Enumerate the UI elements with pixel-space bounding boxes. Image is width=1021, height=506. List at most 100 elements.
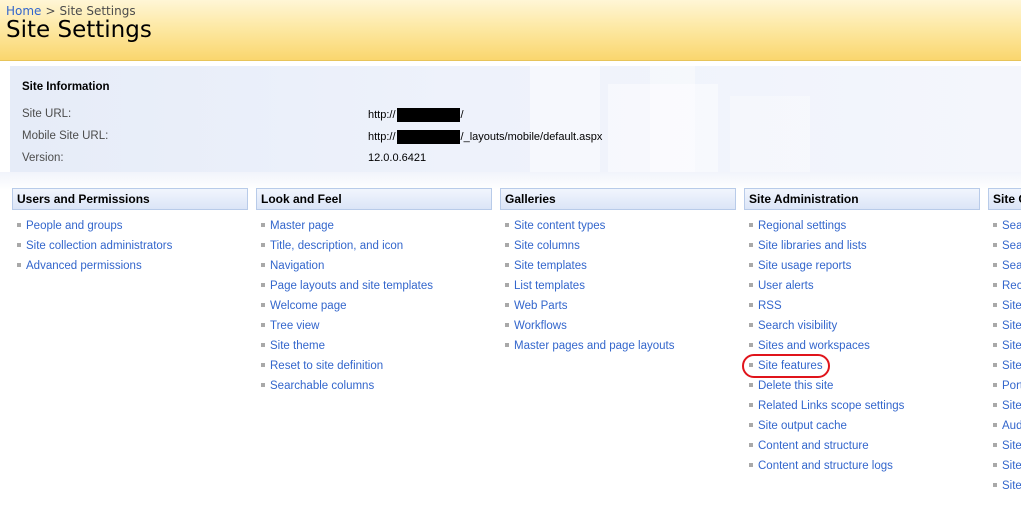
settings-link[interactable]: Searchable columns [270, 380, 374, 392]
link-item: Site content types [500, 215, 736, 235]
settings-link[interactable]: Site libraries and lists [758, 240, 867, 252]
breadcrumb-home-link[interactable]: Home [6, 4, 41, 18]
settings-link[interactable]: Rec [1002, 280, 1021, 292]
link-item: Sea [988, 255, 1021, 275]
settings-link[interactable]: Title, description, and icon [270, 240, 403, 252]
settings-link[interactable]: Aud [1002, 420, 1021, 432]
settings-link[interactable]: Site [1002, 440, 1021, 452]
bullet-icon [261, 323, 265, 327]
mobile-url-suffix: /_layouts/mobile/default.aspx [460, 130, 603, 143]
site-url-label: Site URL: [22, 108, 72, 120]
settings-link[interactable]: Site usage reports [758, 260, 851, 272]
bullet-icon [993, 323, 997, 327]
version-value: 12.0.0.6421 [368, 152, 427, 164]
bullet-icon [505, 263, 509, 267]
link-item: User alerts [744, 275, 980, 295]
settings-link[interactable]: Site templates [514, 260, 587, 272]
link-item: People and groups [12, 215, 248, 235]
column-look-and-feel: Look and Feel Master page Title, descript… [256, 188, 492, 395]
link-item: Site theme [256, 335, 492, 355]
settings-link[interactable]: Site content types [514, 220, 605, 232]
link-item: Sea [988, 215, 1021, 235]
link-item: Advanced permissions [12, 255, 248, 275]
settings-link[interactable]: Site [1002, 300, 1021, 312]
site-information-heading: Site Information [22, 81, 110, 93]
bullet-icon [993, 243, 997, 247]
settings-link[interactable]: Tree view [270, 320, 319, 332]
bullet-icon [261, 303, 265, 307]
link-item: Master pages and page layouts [500, 335, 736, 355]
settings-link[interactable]: Search visibility [758, 320, 837, 332]
bullet-icon [749, 403, 753, 407]
link-item: Delete this site [744, 375, 980, 395]
settings-link[interactable]: Delete this site [758, 380, 833, 392]
link-item: Searchable columns [256, 375, 492, 395]
settings-link[interactable]: Site [1002, 320, 1021, 332]
settings-link[interactable]: Navigation [270, 260, 324, 272]
bullet-icon [749, 423, 753, 427]
bullet-icon [261, 263, 265, 267]
settings-link[interactable]: Web Parts [514, 300, 567, 312]
column-site-collection-partial: Site C Sea Sea Sea Rec Site Site Site Site Port S… [988, 188, 1021, 495]
link-item: Port [988, 375, 1021, 395]
settings-link[interactable]: Port [1002, 380, 1021, 392]
bullet-icon [261, 363, 265, 367]
bullet-icon [993, 363, 997, 367]
breadcrumb: Home > Site Settings [6, 4, 136, 18]
settings-link[interactable]: Sites and workspaces [758, 340, 870, 352]
settings-link[interactable]: Site theme [270, 340, 325, 352]
link-item: List templates [500, 275, 736, 295]
link-item: Tree view [256, 315, 492, 335]
settings-link[interactable]: Site collection administrators [26, 240, 172, 252]
link-item: Rec [988, 275, 1021, 295]
section-header: Site C [988, 188, 1021, 210]
bullet-icon [993, 443, 997, 447]
link-item: Site [988, 475, 1021, 495]
settings-link[interactable]: Site columns [514, 240, 580, 252]
settings-link[interactable]: Site [1002, 460, 1021, 472]
settings-link[interactable]: Master pages and page layouts [514, 340, 674, 352]
settings-link[interactable]: List templates [514, 280, 585, 292]
settings-link[interactable]: Site [1002, 360, 1021, 372]
column-galleries: Galleries Site content types Site columns… [500, 188, 736, 355]
version-label: Version: [22, 152, 64, 164]
bullet-icon [261, 283, 265, 287]
settings-link[interactable]: Sea [1002, 260, 1021, 272]
settings-link[interactable]: RSS [758, 300, 782, 312]
settings-link[interactable]: Content and structure logs [758, 460, 893, 472]
settings-link[interactable]: Reset to site definition [270, 360, 383, 372]
settings-link[interactable]: Sea [1002, 240, 1021, 252]
settings-link[interactable]: Site [1002, 340, 1021, 352]
settings-link[interactable]: People and groups [26, 220, 123, 232]
settings-link[interactable]: Site [1002, 400, 1021, 412]
settings-link[interactable]: Content and structure [758, 440, 869, 452]
settings-link[interactable]: User alerts [758, 280, 814, 292]
settings-link[interactable]: Page layouts and site templates [270, 280, 433, 292]
settings-link[interactable]: Site [1002, 480, 1021, 492]
link-item: Welcome page [256, 295, 492, 315]
settings-link[interactable]: Sea [1002, 220, 1021, 232]
link-item: Site collection administrators [12, 235, 248, 255]
settings-link[interactable]: Advanced permissions [26, 260, 142, 272]
breadcrumb-current: Site Settings [59, 4, 136, 18]
section-header: Site Administration [744, 188, 980, 210]
link-item: Site templates [500, 255, 736, 275]
link-item: Site [988, 395, 1021, 415]
settings-link[interactable]: Site output cache [758, 420, 847, 432]
link-item: Site [988, 295, 1021, 315]
bullet-icon [261, 343, 265, 347]
link-item: Page layouts and site templates [256, 275, 492, 295]
settings-link[interactable]: Welcome page [270, 300, 347, 312]
column-site-administration: Site Administration Regional settings Sit… [744, 188, 980, 475]
settings-link[interactable]: Workflows [514, 320, 567, 332]
bullet-icon [993, 283, 997, 287]
redacted-block [396, 108, 460, 122]
bullet-icon [993, 343, 997, 347]
link-item: Site [988, 315, 1021, 335]
site-url-suffix: / [460, 108, 464, 121]
link-item: Regional settings [744, 215, 980, 235]
link-item: Site columns [500, 235, 736, 255]
settings-link[interactable]: Master page [270, 220, 334, 232]
settings-link[interactable]: Related Links scope settings [758, 400, 904, 412]
settings-link[interactable]: Regional settings [758, 220, 846, 232]
